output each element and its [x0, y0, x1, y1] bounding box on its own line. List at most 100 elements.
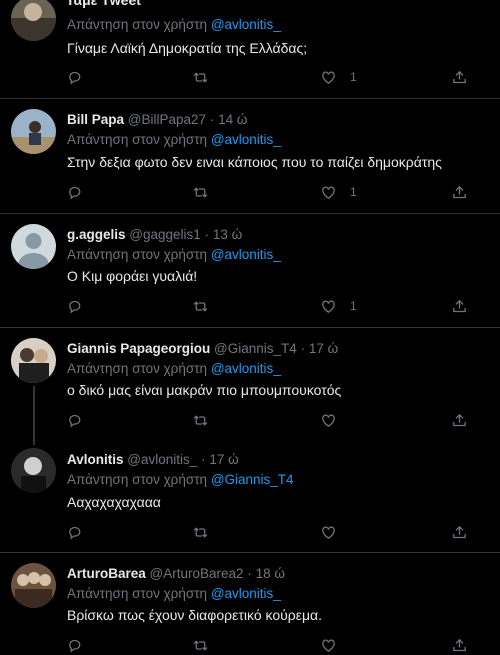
- avatar[interactable]: [11, 109, 56, 154]
- heart-icon: [322, 71, 335, 84]
- avatar-photo: [11, 109, 56, 154]
- like-count: 1: [350, 185, 357, 199]
- avatar[interactable]: [11, 563, 56, 608]
- reply-button[interactable]: [67, 182, 84, 202]
- avatar[interactable]: [11, 338, 56, 383]
- reply-to-link[interactable]: @avlonitis_: [211, 586, 281, 601]
- reply-to-link[interactable]: @avlonitis_: [211, 132, 281, 147]
- avatar-photo: [11, 0, 56, 41]
- retweet-button[interactable]: [192, 410, 209, 430]
- default-avatar-icon: [11, 224, 56, 269]
- like-button[interactable]: [320, 635, 350, 655]
- avatar[interactable]: [11, 224, 56, 269]
- tweet-text: Στην δεξια φωτο δεν ειναι κάποιος που το…: [67, 154, 442, 170]
- author-name[interactable]: g.aggelis: [67, 227, 126, 242]
- author-handle[interactable]: @BillPapa27: [128, 112, 206, 127]
- reply-to-link[interactable]: @avlonitis_: [211, 17, 281, 32]
- tweet-time[interactable]: 18 ώ: [256, 566, 285, 581]
- reply-context: Απάντηση στον χρήστη @avlonitis_: [67, 586, 281, 601]
- tweet-time[interactable]: 14 ώ: [218, 112, 247, 127]
- reply-icon: [69, 526, 81, 539]
- tweet-actions: 1: [67, 296, 467, 316]
- tweet-text: Γίναμε Λαϊκή Δημοκρατία της Ελλάδας;: [67, 40, 308, 56]
- tweet-time[interactable]: 17 ώ: [309, 341, 338, 356]
- reply-button[interactable]: [67, 67, 84, 87]
- avatar[interactable]: [11, 448, 56, 493]
- reply-to-link[interactable]: @avlonitis_: [211, 247, 281, 262]
- tweet-meta: Avlonitis @avlonitis_ · 17 ώ: [67, 452, 239, 467]
- author-name[interactable]: ArturoBarea: [67, 566, 146, 581]
- tweet[interactable]: g.aggelis @gaggelis1 · 13 ώ Απάντηση στο…: [0, 214, 500, 327]
- reply-icon: [69, 186, 81, 199]
- tweet-meta: Bill Papa @BillPapa27 · 14 ώ: [67, 112, 247, 127]
- reply-prefix: Απάντηση στον χρήστη: [67, 17, 208, 32]
- like-button[interactable]: [320, 522, 350, 542]
- share-icon: [453, 299, 466, 312]
- reply-prefix: Απάντηση στον χρήστη: [67, 247, 208, 262]
- reply-button[interactable]: [67, 296, 84, 316]
- retweet-button[interactable]: [192, 182, 209, 202]
- share-button[interactable]: [451, 522, 468, 542]
- avatar-photo: [11, 563, 56, 608]
- retweet-icon: [193, 414, 208, 426]
- share-icon: [453, 525, 466, 538]
- retweet-button[interactable]: [192, 635, 209, 655]
- share-icon: [453, 413, 466, 426]
- author-name[interactable]: Avlonitis: [67, 452, 124, 467]
- tweet-time[interactable]: 17 ώ: [209, 452, 238, 467]
- tweet[interactable]: Bill Papa @BillPapa27 · 14 ώ Απάντηση στ…: [0, 99, 500, 213]
- like-button[interactable]: 1: [320, 67, 357, 87]
- dot-separator: ·: [201, 452, 206, 467]
- author-handle[interactable]: @ArturoBarea2: [150, 566, 244, 581]
- reply-button[interactable]: [67, 635, 84, 655]
- tweet-actions: [67, 410, 467, 430]
- tweet-actions: 1: [67, 67, 467, 87]
- reply-button[interactable]: [67, 522, 84, 542]
- reply-to-link[interactable]: @Giannis_T4: [211, 472, 294, 487]
- retweet-button[interactable]: [192, 296, 209, 316]
- retweet-button[interactable]: [192, 522, 209, 542]
- like-button[interactable]: [320, 410, 350, 430]
- heart-icon: [322, 526, 335, 539]
- tweet-text: Βρίσκω πως έχουν διαφορετικό κούρεμα.: [67, 607, 323, 623]
- author-handle[interactable]: @avlonitis_: [127, 452, 197, 467]
- retweet-icon: [193, 526, 208, 538]
- reply-to-link[interactable]: @avlonitis_: [211, 361, 281, 376]
- heart-icon: [322, 300, 335, 313]
- tweet[interactable]: ArturoBarea @ArturoBarea2 · 18 ώ Απάντησ…: [0, 553, 500, 655]
- author-name[interactable]: Bill Papa: [67, 112, 124, 127]
- reply-prefix: Απάντηση στον χρήστη: [67, 472, 208, 487]
- like-button[interactable]: 1: [320, 182, 357, 202]
- author-handle[interactable]: @Giannis_T4: [214, 341, 297, 356]
- share-button[interactable]: [451, 67, 468, 87]
- heart-icon: [322, 414, 335, 427]
- share-button[interactable]: [451, 410, 468, 430]
- author-name[interactable]: Giannis Papageorgiou: [67, 341, 210, 356]
- tweet-text: Ο Κιμ φοράει γυαλιά!: [67, 268, 198, 284]
- avatar[interactable]: [11, 0, 56, 41]
- share-icon: [453, 638, 466, 651]
- reply-icon: [69, 300, 81, 313]
- reply-prefix: Απάντηση στον χρήστη: [67, 361, 208, 376]
- dot-separator: ·: [300, 341, 306, 356]
- reply-button[interactable]: [67, 410, 84, 430]
- tweet-time[interactable]: 13 ώ: [213, 227, 242, 242]
- share-button[interactable]: [451, 182, 468, 202]
- like-button[interactable]: 1: [320, 296, 357, 316]
- share-icon: [453, 70, 466, 83]
- retweet-icon: [193, 186, 208, 198]
- dot-separator: ·: [247, 566, 252, 581]
- tweet-meta: Giannis Papageorgiou @Giannis_T4 · 17 ώ: [67, 341, 338, 356]
- author-handle[interactable]: @gaggelis1: [129, 227, 201, 242]
- tweet[interactable]: Giannis Papageorgiou @Giannis_T4 · 17 ώ …: [0, 328, 500, 438]
- retweet-button[interactable]: [192, 67, 209, 87]
- reply-context: Απάντηση στον χρήστη @avlonitis_: [67, 361, 281, 376]
- avatar-photo: [11, 448, 56, 493]
- tweet[interactable]: Απάντηση στον χρήστη @avlonitis_ Γίναμε …: [0, 0, 500, 98]
- retweet-icon: [193, 639, 208, 651]
- share-button[interactable]: [451, 296, 468, 316]
- tweet-text: ο δικό μας είναι μακράν πιο μπουμπουκοτό…: [67, 382, 342, 398]
- tweet-text: Ααχαχαχαχααα: [67, 494, 161, 510]
- share-button[interactable]: [451, 635, 468, 655]
- tweet[interactable]: Avlonitis @avlonitis_ · 17 ώ Απάντηση στ…: [0, 440, 500, 550]
